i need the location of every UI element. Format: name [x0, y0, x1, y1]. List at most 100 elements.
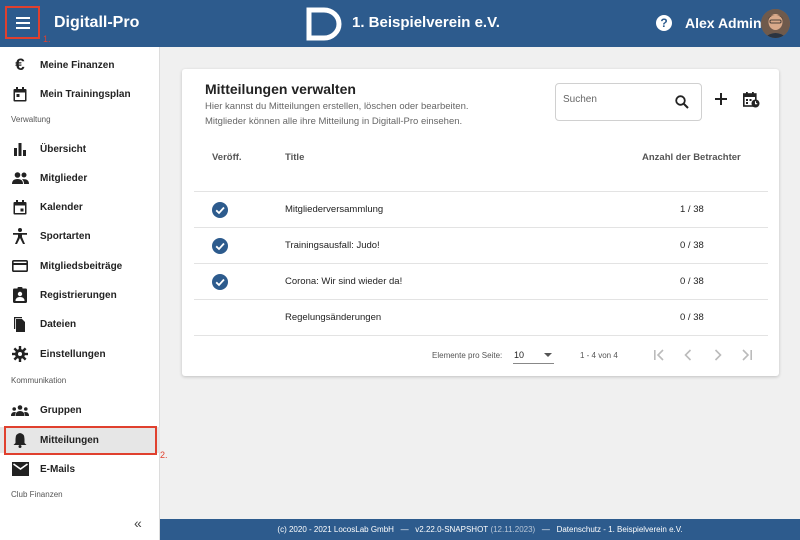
message-title: Trainingsausfall: Judo!	[285, 240, 380, 251]
sidebar-item-uebersicht[interactable]: Übersicht	[0, 136, 160, 162]
menu-button[interactable]	[5, 6, 40, 39]
description-line-1: Hier kannst du Mitteilungen erstellen, l…	[205, 101, 469, 112]
message-viewers: 0 / 38	[680, 312, 704, 323]
hamburger-menu-icon	[15, 16, 30, 29]
sidebar-item-label: Mitglieder	[40, 172, 88, 184]
user-name[interactable]: Alex Admin	[685, 15, 762, 31]
page-description: Hier kannst du Mitteilungen erstellen, l…	[205, 99, 525, 129]
search-input[interactable]	[563, 94, 663, 105]
sidebar: € Meine Finanzen Mein Trainingsplan Verw…	[0, 47, 168, 540]
table-divider	[194, 335, 768, 336]
calendar-today-icon	[11, 85, 29, 103]
file-icon	[11, 315, 29, 333]
published-check-icon	[212, 238, 228, 254]
section-label-kommunikation: Kommunikation	[11, 376, 67, 385]
sidebar-item-label: Sportarten	[40, 230, 91, 242]
sidebar-item-label: Registrierungen	[40, 289, 117, 301]
credit-card-icon	[11, 257, 29, 275]
sidebar-item-label: Mein Trainingsplan	[40, 88, 131, 100]
bar-chart-icon	[11, 140, 29, 158]
sidebar-item-label: Meine Finanzen	[40, 59, 115, 71]
sports-icon	[11, 227, 29, 245]
app-title[interactable]: Digitall-Pro	[54, 14, 139, 32]
sidebar-item-label: Mitteilungen	[40, 434, 99, 446]
section-label-club-finanzen: Club Finanzen	[11, 490, 63, 499]
sidebar-item-label: Übersicht	[40, 143, 87, 155]
sidebar-item-registrierungen[interactable]: Registrierungen	[0, 282, 160, 308]
previous-page-icon[interactable]	[680, 347, 696, 363]
search-icon[interactable]	[675, 95, 689, 109]
table-row[interactable]: Corona: Wir sind wieder da! 0 / 38	[194, 263, 768, 299]
schedule-message-icon[interactable]	[743, 92, 760, 108]
people-icon	[11, 169, 29, 187]
avatar[interactable]	[761, 9, 790, 38]
sidebar-item-mitgliedsbeitraege[interactable]: Mitgliedsbeiträge	[0, 253, 160, 279]
sidebar-item-kalender[interactable]: Kalender	[0, 194, 160, 220]
sidebar-item-mein-trainingsplan[interactable]: Mein Trainingsplan	[0, 81, 160, 107]
avatar-photo-icon	[761, 9, 790, 38]
top-bar: 1. Digitall-Pro 1. Beispielverein e.V. ?…	[0, 0, 800, 47]
items-per-page-value: 10	[514, 350, 525, 360]
help-icon[interactable]: ?	[656, 15, 672, 31]
assignment-ind-icon	[11, 286, 29, 304]
annotation-marker-1: 1.	[43, 34, 51, 44]
description-line-2: Mitglieder können alle ihre Mitteilung i…	[205, 116, 463, 127]
published-check-icon	[212, 274, 228, 290]
message-viewers: 0 / 38	[680, 240, 704, 251]
sidebar-item-label: Mitgliedsbeiträge	[40, 260, 123, 272]
dropdown-arrow-icon	[544, 353, 552, 357]
footer-separator: —	[541, 525, 550, 534]
search-field[interactable]	[555, 83, 702, 121]
column-header-published[interactable]: Veröff.	[212, 152, 242, 163]
footer-separator: —	[400, 525, 409, 534]
page-title: Mitteilungen verwalten	[205, 81, 356, 97]
sidebar-item-label: Dateien	[40, 318, 77, 330]
message-title: Mitgliederversammlung	[285, 204, 384, 215]
mail-icon	[11, 460, 29, 478]
sidebar-item-meine-finanzen[interactable]: € Meine Finanzen	[0, 52, 160, 78]
sidebar-item-dateien[interactable]: Dateien	[0, 311, 160, 337]
section-label-verwaltung: Verwaltung	[11, 115, 51, 124]
column-header-viewers[interactable]: Anzahl der Betrachter	[642, 152, 741, 163]
footer-build-date: (12.11.2023)	[490, 525, 536, 534]
column-header-title[interactable]: Title	[285, 152, 304, 163]
sidebar-item-mitteilungen[interactable]: Mitteilungen	[0, 427, 160, 453]
club-logo-icon	[306, 7, 342, 41]
sidebar-item-gruppen[interactable]: Gruppen	[0, 397, 160, 423]
message-viewers: 1 / 38	[680, 204, 704, 215]
groups-icon	[11, 401, 29, 419]
gear-icon	[11, 345, 29, 363]
next-page-icon[interactable]	[710, 347, 726, 363]
sidebar-item-emails[interactable]: E-Mails	[0, 456, 160, 482]
messages-card: Mitteilungen verwalten Hier kannst du Mi…	[182, 69, 779, 376]
footer-version: v2.22.0-SNAPSHOT	[415, 525, 489, 534]
pagination-range: 1 - 4 von 4	[580, 351, 618, 360]
sidebar-item-einstellungen[interactable]: Einstellungen	[0, 341, 160, 367]
sidebar-item-label: E-Mails	[40, 463, 76, 475]
collapse-sidebar-button[interactable]: «	[134, 515, 142, 531]
footer-links[interactable]: Datenschutz - 1. Beispielverein e.V.	[557, 525, 683, 534]
annotation-marker-2: 2.	[160, 450, 168, 460]
published-check-icon	[212, 202, 228, 218]
message-viewers: 0 / 38	[680, 276, 704, 287]
calendar-icon	[11, 198, 29, 216]
sidebar-item-label: Gruppen	[40, 404, 82, 416]
items-per-page-select[interactable]: 10	[513, 347, 554, 364]
table-row[interactable]: Trainingsausfall: Judo! 0 / 38	[194, 227, 768, 263]
sidebar-item-mitglieder[interactable]: Mitglieder	[0, 165, 160, 191]
table-row[interactable]: Regelungsänderungen 0 / 38	[194, 299, 768, 335]
euro-icon: €	[15, 55, 25, 74]
footer-copyright: (c) 2020 - 2021 LocosLab GmbH	[277, 525, 394, 534]
sidebar-item-sportarten[interactable]: Sportarten	[0, 223, 160, 249]
add-message-button[interactable]	[714, 92, 728, 106]
bell-icon	[11, 431, 29, 449]
table-row[interactable]: Mitgliederversammlung 1 / 38	[194, 191, 768, 227]
sidebar-item-label: Kalender	[40, 201, 83, 213]
message-title: Regelungsänderungen	[285, 312, 382, 323]
message-title: Corona: Wir sind wieder da!	[285, 276, 403, 287]
club-name: 1. Beispielverein e.V.	[352, 14, 500, 31]
last-page-icon[interactable]	[739, 347, 755, 363]
first-page-icon[interactable]	[651, 347, 667, 363]
items-per-page-label: Elemente pro Seite:	[432, 351, 503, 360]
footer: (c) 2020 - 2021 LocosLab GmbH — v2.22.0-…	[160, 519, 800, 540]
